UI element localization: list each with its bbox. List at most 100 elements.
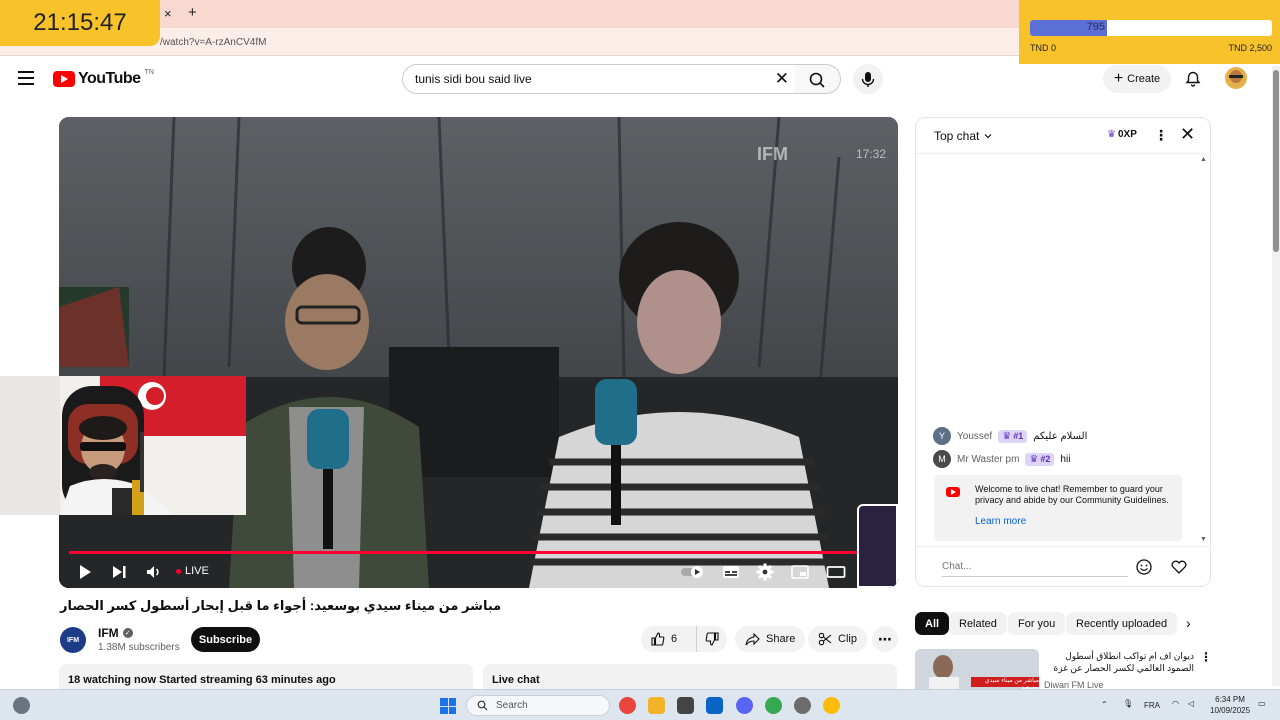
new-tab-button[interactable]: + <box>188 4 197 21</box>
close-chat-icon[interactable]: ✕ <box>1180 124 1195 145</box>
related-video-thumbnail[interactable]: مباشر من ميناء سيدي بوسعيد <box>915 649 1039 689</box>
channel-avatar[interactable]: IFM <box>60 627 86 653</box>
dislike-button[interactable] <box>697 626 727 652</box>
notification-center-icon[interactable]: ▭ <box>1258 699 1266 708</box>
video-player[interactable]: IFM 17:32 LIVE <box>59 117 898 588</box>
progress-bar[interactable] <box>69 547 889 558</box>
voice-search-button[interactable] <box>853 64 883 94</box>
thumbs-up-icon <box>651 632 665 646</box>
goal-max-label: TND 2,500 <box>1228 43 1272 53</box>
outlook-icon[interactable] <box>706 697 723 714</box>
more-actions-button[interactable]: ⋯ <box>872 626 898 652</box>
settings-gear-icon[interactable] <box>755 562 775 582</box>
search-icon <box>809 72 825 88</box>
subscriber-count: 1.38M subscribers <box>98 642 180 653</box>
rank-badge: ♛ #1 <box>998 429 1028 443</box>
chip-all[interactable]: All <box>915 612 950 635</box>
autoplay-toggle-icon[interactable] <box>679 562 707 582</box>
chevron-right-icon[interactable]: › <box>1186 615 1191 631</box>
clear-search-icon[interactable]: ✕ <box>775 69 789 89</box>
file-explorer-icon[interactable] <box>648 697 665 714</box>
next-icon[interactable] <box>109 562 129 582</box>
discord-icon[interactable] <box>736 697 753 714</box>
widgets-icon[interactable] <box>13 697 30 714</box>
chip-for-you[interactable]: For you <box>1008 612 1066 635</box>
windows-taskbar: Search ⌃ 🎙 FRA ◠ ◁ 6:34 PM 10/09/2025 ▭ <box>0 689 1280 720</box>
chrome-icon[interactable] <box>619 697 636 714</box>
chat-author-name[interactable]: Mr Waster pm <box>957 454 1019 465</box>
chip-related[interactable]: Related <box>949 612 1007 635</box>
app-icon[interactable] <box>794 697 811 714</box>
rank-badge: ♛ #2 <box>1025 452 1055 466</box>
subscribe-button[interactable]: Subscribe <box>191 627 260 652</box>
chat-scroll-down-icon[interactable]: ▼ <box>1200 536 1207 543</box>
top-chat-dropdown[interactable]: Top chat <box>934 129 993 143</box>
chat-more-options-icon[interactable]: ⋮ <box>1154 127 1168 144</box>
taskbar-search[interactable]: Search <box>466 695 610 716</box>
wifi-icon[interactable]: ◠ <box>1172 699 1179 708</box>
taskbar-clock[interactable]: 6:34 PM 10/09/2025 <box>1210 694 1250 716</box>
microphone-tray-icon[interactable]: 🎙 <box>1123 699 1133 708</box>
volume-icon[interactable] <box>144 562 164 582</box>
share-arrow-icon <box>745 632 760 645</box>
play-icon[interactable] <box>75 562 95 582</box>
store-icon[interactable] <box>677 697 694 714</box>
channel-name[interactable]: IFM ✓ <box>98 626 133 640</box>
chat-mode-label: Top chat <box>934 129 980 143</box>
chat-welcome-banner: Welcome to live chat! Remember to guard … <box>934 475 1182 541</box>
theater-mode-icon[interactable] <box>826 562 846 582</box>
tab-close-icon[interactable]: × <box>164 6 172 21</box>
scissors-icon <box>818 632 832 646</box>
chat-message-text: السلام عليكم <box>1033 430 1088 442</box>
live-dot <box>176 568 181 574</box>
chrome-active-icon[interactable] <box>765 697 782 714</box>
heart-icon[interactable] <box>1170 558 1188 576</box>
xp-badge[interactable]: ♛ 0XP <box>1107 129 1137 140</box>
chip-recently-uploaded[interactable]: Recently uploaded <box>1066 612 1178 635</box>
miniplayer-icon[interactable] <box>790 562 810 582</box>
search-button[interactable] <box>795 64 841 94</box>
page-scrollbar[interactable] <box>1272 66 1280 686</box>
chat-input[interactable] <box>942 557 1128 577</box>
clip-button[interactable]: Clip <box>808 626 867 652</box>
emoji-icon[interactable] <box>1135 558 1153 576</box>
video-frame <box>59 117 898 588</box>
chat-author-avatar[interactable]: Y <box>933 427 951 445</box>
related-video-title[interactable]: ديوان اف ام تواكب انطلاق أسطول الصمود ال… <box>1044 650 1194 674</box>
url-text[interactable]: /watch?v=A-rzAnCV4fM <box>160 37 266 48</box>
youtube-logo[interactable]: YouTube TN <box>53 68 154 88</box>
windows-start-icon[interactable] <box>440 698 456 714</box>
chat-message[interactable]: M Mr Waster pm ♛ #2 hii <box>933 450 1070 468</box>
chat-author-avatar[interactable]: M <box>933 450 951 468</box>
hamburger-menu-icon[interactable] <box>18 71 34 85</box>
live-indicator[interactable]: LIVE <box>176 565 209 577</box>
search-box[interactable]: tunis sidi bou said live ✕ <box>402 64 796 94</box>
logo-country-code: TN <box>144 68 154 76</box>
page-scrollbar-thumb[interactable] <box>1273 70 1279 252</box>
channel-name-text[interactable]: IFM <box>98 626 119 640</box>
related-more-icon[interactable]: ⋮ <box>1200 650 1212 664</box>
share-button[interactable]: Share <box>735 626 806 652</box>
plus-icon: + <box>1113 70 1124 87</box>
create-button[interactable]: + Create <box>1103 65 1171 93</box>
chat-author-name[interactable]: Youssef <box>957 431 992 442</box>
chat-scroll-up-icon[interactable]: ▲ <box>1200 156 1207 163</box>
like-button[interactable]: 6 <box>641 626 697 652</box>
language-indicator[interactable]: FRA <box>1144 701 1160 710</box>
learn-more-link[interactable]: Learn more <box>975 516 1026 527</box>
taskbar-date: 10/09/2025 <box>1210 706 1251 715</box>
crown-icon: ♛ <box>1002 430 1012 442</box>
microphone-icon <box>861 72 875 87</box>
account-avatar[interactable] <box>1225 67 1247 89</box>
notifications-bell-icon[interactable] <box>1184 70 1202 88</box>
welcome-text: Welcome to live chat! Remember to guard … <box>975 484 1169 505</box>
speaker-icon[interactable]: ◁ <box>1188 699 1194 708</box>
live-chat-heading: Live chat <box>492 674 540 686</box>
clock-overlay: 21:15:47 <box>0 0 160 46</box>
chrome-profile-icon[interactable] <box>823 697 840 714</box>
channel-watermark: IFM <box>757 144 788 164</box>
chat-message[interactable]: Y Youssef ♛ #1 السلام عليكم <box>933 427 1087 445</box>
tray-chevron-up-icon[interactable]: ⌃ <box>1101 700 1108 709</box>
search-input[interactable]: tunis sidi bou said live <box>415 72 532 86</box>
subtitles-icon[interactable] <box>721 562 741 582</box>
